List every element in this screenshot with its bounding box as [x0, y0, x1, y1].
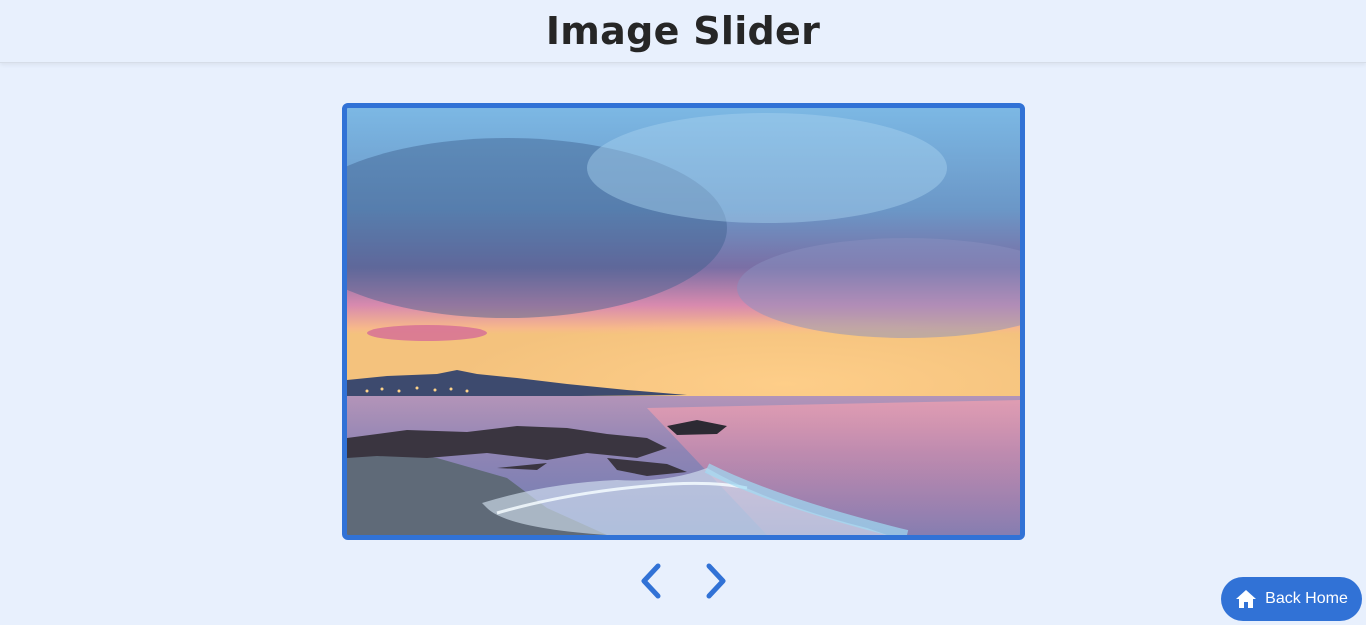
- page-header: Image Slider: [0, 0, 1366, 63]
- next-slide-button[interactable]: [696, 560, 736, 602]
- page-title: Image Slider: [545, 9, 821, 53]
- back-home-button[interactable]: Back Home: [1221, 577, 1362, 621]
- previous-slide-button[interactable]: [631, 560, 671, 602]
- slide-image: [347, 108, 1020, 535]
- chevron-left-icon: [641, 563, 661, 599]
- home-icon: [1235, 589, 1257, 609]
- back-home-label: Back Home: [1265, 590, 1348, 607]
- chevron-right-icon: [706, 563, 726, 599]
- slider-image-frame: [342, 103, 1025, 540]
